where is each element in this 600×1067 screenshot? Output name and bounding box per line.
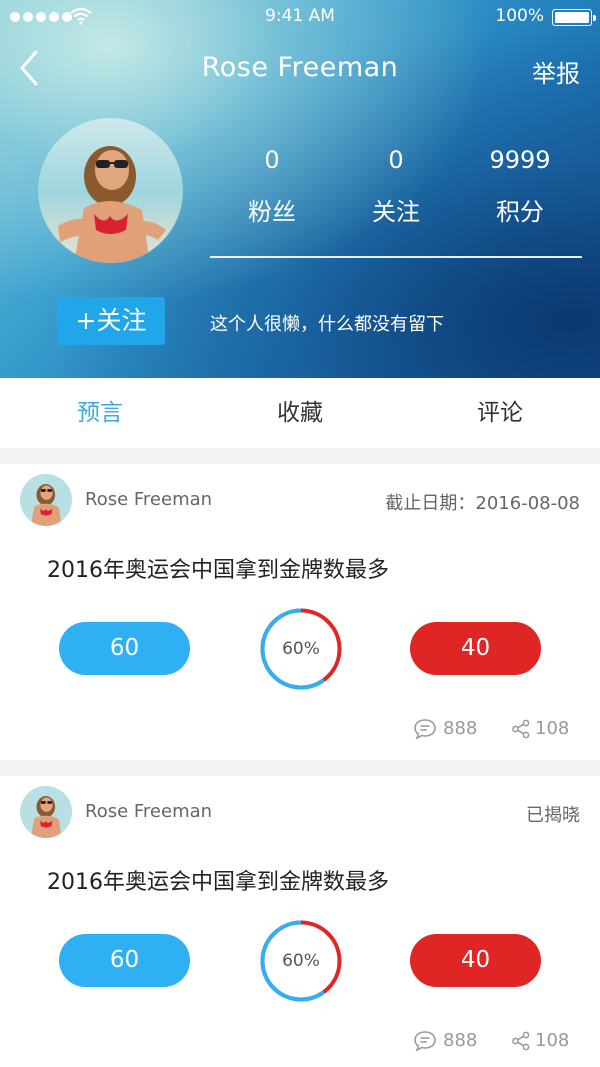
profile-header: 9:41 AM 100% Rose Freeman 举报 0 粉丝 0 关注 9…	[0, 0, 600, 378]
profile-bio: 这个人很懒，什么都没有留下	[210, 314, 444, 335]
author-avatar[interactable]	[20, 474, 72, 526]
follow-button[interactable]: +关注	[57, 297, 165, 345]
share-icon[interactable]	[511, 1031, 531, 1051]
stat-fans[interactable]: 0 粉丝	[210, 140, 334, 227]
vote-no-button[interactable]: 40	[410, 622, 541, 675]
profile-stats: 0 粉丝 0 关注 9999 积分	[210, 140, 582, 227]
stat-label: 关注	[372, 198, 420, 226]
vote-yes-button[interactable]: 60	[59, 934, 190, 987]
profile-avatar[interactable]	[38, 118, 183, 263]
vote-no-button[interactable]: 40	[410, 934, 541, 987]
comment-icon[interactable]	[413, 1030, 437, 1052]
stat-points[interactable]: 9999 积分	[458, 140, 582, 227]
battery-icon	[552, 9, 596, 26]
share-count: 108	[535, 718, 570, 739]
percent-label: 60%	[282, 951, 320, 971]
tab-predictions[interactable]: 预言	[0, 378, 200, 448]
stat-label: 积分	[496, 198, 544, 226]
tab-bar: 预言 收藏 评论	[0, 378, 600, 448]
page-title: Rose Freeman	[201, 52, 399, 83]
deadline-date: 截止日期：2016-08-08	[385, 493, 580, 514]
comment-icon[interactable]	[413, 718, 437, 740]
stat-following[interactable]: 0 关注	[334, 140, 458, 227]
prediction-card[interactable]: Rose Freeman 已揭晓 2016年奥运会中国拿到金牌数最多 60 60…	[0, 776, 600, 1067]
stat-value: 0	[264, 146, 280, 174]
tab-comments[interactable]: 评论	[400, 378, 600, 448]
comment-count: 888	[443, 1030, 478, 1051]
stat-label: 粉丝	[248, 198, 296, 226]
author-name[interactable]: Rose Freeman	[85, 801, 212, 822]
stat-value: 0	[388, 146, 404, 174]
comment-count: 888	[443, 718, 478, 739]
stats-divider	[210, 256, 582, 258]
author-avatar[interactable]	[20, 786, 72, 838]
prediction-question[interactable]: 2016年奥运会中国拿到金牌数最多	[47, 552, 389, 584]
vote-yes-button[interactable]: 60	[59, 622, 190, 675]
tab-favorites[interactable]: 收藏	[200, 378, 400, 448]
battery-percent: 100%	[495, 6, 544, 26]
stat-value: 9999	[489, 146, 551, 174]
revealed-status: 已揭晓	[526, 805, 580, 826]
report-button[interactable]: 举报	[532, 54, 580, 89]
prediction-question[interactable]: 2016年奥运会中国拿到金牌数最多	[47, 864, 389, 896]
status-bar: 9:41 AM 100%	[0, 0, 600, 34]
share-count: 108	[535, 1030, 570, 1051]
prediction-card[interactable]: Rose Freeman 截止日期：2016-08-08 2016年奥运会中国拿…	[0, 464, 600, 760]
share-icon[interactable]	[511, 719, 531, 739]
author-name[interactable]: Rose Freeman	[85, 489, 212, 510]
percent-label: 60%	[282, 639, 320, 659]
